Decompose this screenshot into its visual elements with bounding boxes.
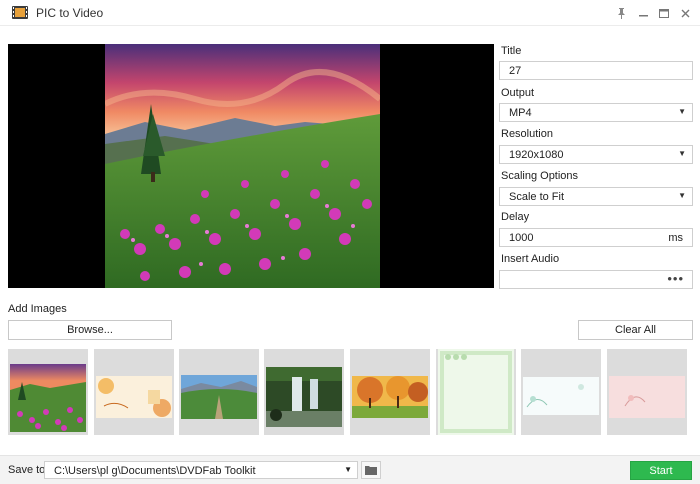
film-icon: [12, 6, 28, 19]
output-value: MP4: [509, 107, 532, 119]
scaling-value: Scale to Fit: [509, 191, 565, 203]
thumbnail-green-frame[interactable]: [436, 349, 516, 435]
thumbnail-pink-floral[interactable]: [607, 349, 687, 435]
resolution-label: Resolution: [501, 128, 553, 140]
folder-icon: [365, 466, 377, 475]
chevron-down-icon: ▼: [678, 191, 686, 200]
pin-icon[interactable]: [612, 4, 630, 22]
delay-value: 1000: [509, 232, 534, 244]
chevron-down-icon: ▼: [344, 465, 352, 474]
scaling-label: Scaling Options: [501, 170, 579, 182]
output-label: Output: [501, 87, 535, 99]
start-button[interactable]: Start: [630, 461, 692, 480]
title-value: 27: [509, 65, 522, 77]
resolution-value: 1920x1080: [509, 149, 564, 161]
thumbnail-green-hills-path[interactable]: [179, 349, 259, 435]
folder-browse-button[interactable]: [361, 461, 381, 479]
maximize-icon[interactable]: [655, 4, 673, 22]
window-title: PIC to Video: [36, 6, 104, 20]
chevron-down-icon: ▼: [678, 149, 686, 158]
thumbnail-autumn-trees[interactable]: [350, 349, 430, 435]
delay-label: Delay: [501, 211, 530, 223]
save-path-value: C:\Users\pl g\Documents\DVDFab Toolkit: [54, 465, 256, 477]
thumbnail-waterfall[interactable]: [264, 349, 344, 435]
resolution-select[interactable]: 1920x1080 ▼: [499, 145, 693, 164]
title-label: Title: [501, 45, 522, 57]
chevron-down-icon: ▼: [678, 107, 686, 116]
audio-label: Insert Audio: [501, 253, 560, 265]
title-input[interactable]: 27: [499, 61, 693, 80]
close-icon[interactable]: [676, 4, 694, 22]
scaling-select[interactable]: Scale to Fit ▼: [499, 187, 693, 206]
add-images-label: Add Images: [8, 303, 67, 315]
title-bar: PIC to Video: [0, 0, 700, 26]
minimize-icon[interactable]: [634, 4, 652, 22]
delay-unit: ms: [668, 232, 683, 244]
preview-image: [105, 44, 380, 288]
thumbnail-autumn-scrapbook[interactable]: [94, 349, 174, 435]
preview-area: [8, 44, 494, 288]
more-icon[interactable]: •••: [667, 271, 684, 286]
save-to-label: Save to:: [8, 464, 49, 476]
delay-input[interactable]: 1000 ms: [499, 228, 693, 247]
audio-input[interactable]: •••: [499, 270, 693, 289]
browse-button[interactable]: Browse...: [8, 320, 172, 340]
output-select[interactable]: MP4 ▼: [499, 103, 693, 122]
clear-all-button[interactable]: Clear All: [578, 320, 693, 340]
thumbnail-pale-floral[interactable]: [521, 349, 601, 435]
save-path-select[interactable]: C:\Users\pl g\Documents\DVDFab Toolkit ▼: [44, 461, 358, 479]
thumbnail-mountain-flowers[interactable]: [8, 349, 88, 435]
